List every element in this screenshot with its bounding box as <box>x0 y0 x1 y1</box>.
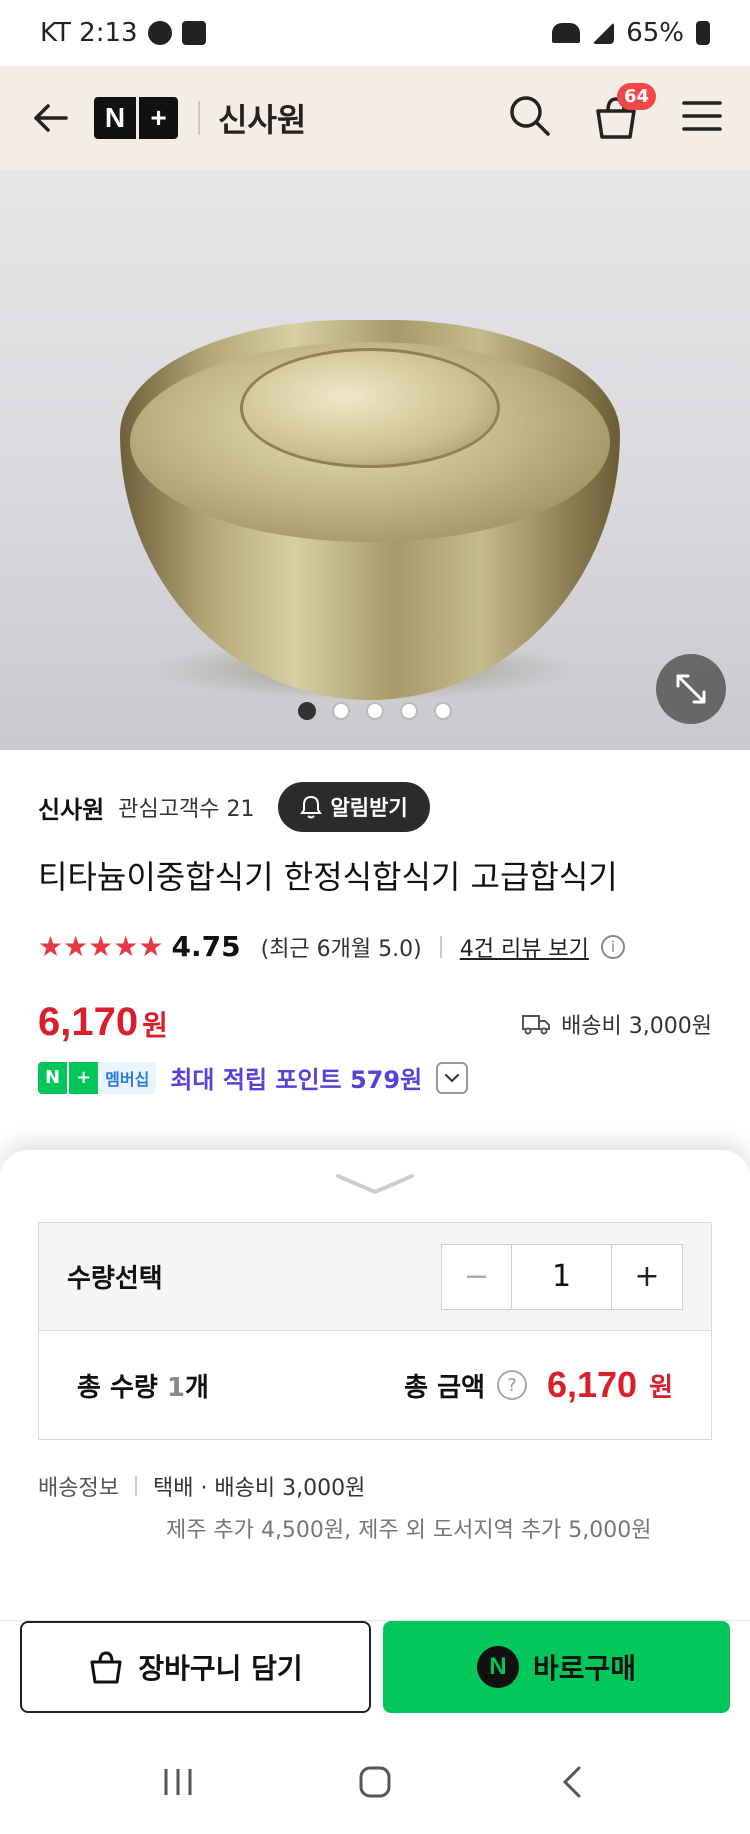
chevron-down-icon <box>445 1073 460 1082</box>
product-image-gallery[interactable] <box>0 170 750 750</box>
notify-button[interactable]: 알림받기 <box>278 782 430 832</box>
shipping-fee: 배송비 3,000원 <box>521 1008 712 1040</box>
gallery-notification-icon <box>181 21 206 45</box>
shipping-info-label: 배송정보 <box>38 1476 119 1501</box>
badge-plus: + <box>67 1061 99 1094</box>
badge-membership: 멤버십 <box>98 1061 157 1094</box>
gallery-dot-4[interactable] <box>400 702 418 720</box>
home-button[interactable] <box>345 1762 405 1802</box>
expand-icon <box>676 674 706 704</box>
shipping-divider <box>134 1476 137 1496</box>
naver-plus-logo[interactable]: N + <box>94 97 178 139</box>
total-price: 6,170 <box>546 1364 638 1405</box>
quantity-increase-button[interactable]: + <box>612 1245 682 1309</box>
signal-icon <box>592 22 615 44</box>
price-row: 6,170 원 배송비 3,000원 <box>38 1000 712 1045</box>
review-link[interactable]: 4건 리뷰 보기 <box>460 931 589 963</box>
search-icon <box>510 96 550 136</box>
quantity-label: 수량선택 <box>67 1264 163 1294</box>
seller-name[interactable]: 신사원 <box>38 790 104 825</box>
rating-divider <box>439 935 442 958</box>
rating-score: 4.75 <box>171 930 241 963</box>
seller-row: 신사원 관심고객수 21 알림받기 <box>38 782 712 832</box>
shipping-method: 택배 · 배송비 3,000원 <box>152 1476 366 1501</box>
top-nav: N + 신사원 64 <box>0 66 750 170</box>
info-icon[interactable]: i <box>600 934 625 959</box>
hamburger-menu-icon <box>682 101 722 131</box>
recent-apps-button[interactable] <box>148 1762 208 1802</box>
app-notification-icon <box>147 21 172 45</box>
product-price: 6,170 <box>38 1000 139 1044</box>
total-row: 총 수량 1개 총 금액 ? 6,170 원 <box>39 1331 711 1439</box>
header-divider <box>198 101 200 135</box>
product-title: 티타늄이중합식기 한정식합식기 고급합식기 <box>38 858 618 896</box>
delivery-truck-icon <box>522 1015 551 1035</box>
naver-pay-icon: N <box>476 1646 519 1688</box>
total-qty-suffix: 개 <box>184 1372 209 1403</box>
quantity-decrease-button[interactable]: − <box>442 1244 512 1309</box>
expand-image-button[interactable] <box>656 654 726 724</box>
bell-plus-icon <box>300 795 323 819</box>
quantity-stepper: − 1 + <box>441 1243 683 1310</box>
back-button[interactable] <box>28 96 72 140</box>
rating-row: ★★★★★ 4.75 (최근 6개월 5.0) 4건 리뷰 보기 i <box>38 930 625 963</box>
buy-now-button[interactable]: N 바로구매 <box>383 1621 730 1713</box>
status-bar: KT 2:13 65% <box>0 0 750 66</box>
max-points: 최대 적립 포인트 579원 <box>170 1066 423 1094</box>
system-navigation-bar <box>0 1730 750 1834</box>
purchase-actions: 장바구니 담기 N 바로구매 <box>0 1620 750 1730</box>
gallery-dot-1[interactable] <box>298 702 316 720</box>
logo-plus: + <box>136 97 178 139</box>
points-row: N + 멤버십 최대 적립 포인트 579원 <box>38 1060 469 1095</box>
add-to-cart-button[interactable]: 장바구니 담기 <box>20 1621 371 1713</box>
rating-stars: ★★★★★ <box>38 930 164 963</box>
bowl-lid-knob <box>240 348 500 468</box>
recent-apps-icon <box>164 1769 192 1795</box>
shopping-bag-icon <box>90 1651 122 1684</box>
total-qty-number: 1 <box>166 1372 185 1403</box>
total-price-currency: 원 <box>649 1372 673 1403</box>
cart-count-badge: 64 <box>616 83 656 110</box>
battery-icon <box>696 21 710 45</box>
help-icon[interactable]: ? <box>496 1370 527 1400</box>
recent-rating: (최근 6개월 5.0) <box>260 936 422 962</box>
quantity-value[interactable]: 1 <box>512 1244 612 1309</box>
back-arrow-icon <box>34 104 68 132</box>
shipping-info: 배송정보 택배 · 배송비 3,000원 제주 추가 4,500원, 제주 외 … <box>38 1470 652 1544</box>
total-amount-label: 총 금액 <box>404 1372 485 1403</box>
cart-button[interactable]: 64 <box>592 83 656 143</box>
carrier-time: KT 2:13 <box>40 18 138 48</box>
shipping-fee-text: 배송비 3,000원 <box>561 1014 712 1039</box>
home-icon <box>359 1766 391 1798</box>
points-expand-button[interactable] <box>436 1061 469 1094</box>
logo-n: N <box>104 102 126 133</box>
search-button[interactable] <box>508 94 552 142</box>
total-qty-prefix: 총 수량 <box>77 1372 167 1403</box>
quantity-selector-row: 수량선택 − 1 + <box>39 1223 711 1331</box>
follower-count: 관심고객수 21 <box>118 797 255 822</box>
back-chevron-icon <box>562 1766 581 1798</box>
total-amount: 총 금액 ? 6,170 원 <box>404 1364 673 1406</box>
badge-n: N <box>38 1061 68 1094</box>
price-currency: 원 <box>142 1009 168 1042</box>
wifi-icon <box>552 23 581 43</box>
total-quantity: 총 수량 1개 <box>77 1367 209 1404</box>
gallery-dot-3[interactable] <box>366 702 384 720</box>
shipping-extra-fee: 제주 추가 4,500원, 제주 외 도서지역 추가 5,000원 <box>166 1518 652 1543</box>
gallery-dot-2[interactable] <box>332 702 350 720</box>
sheet-collapse-handle[interactable] <box>334 1168 416 1198</box>
gallery-pagination <box>0 702 750 720</box>
battery-level: 65% <box>626 18 684 48</box>
notify-label: 알림받기 <box>330 796 408 820</box>
menu-button[interactable] <box>682 99 722 137</box>
gallery-dot-5[interactable] <box>434 702 452 720</box>
system-back-button[interactable] <box>542 1762 602 1802</box>
naver-plus-membership-badge: N + 멤버십 <box>38 1061 157 1094</box>
store-brand[interactable]: 신사원 <box>218 95 306 141</box>
add-to-cart-label: 장바구니 담기 <box>138 1652 303 1685</box>
quantity-box: 수량선택 − 1 + 총 수량 1개 총 금액 ? 6,170 원 <box>38 1222 712 1440</box>
buy-now-label: 바로구매 <box>532 1652 637 1685</box>
